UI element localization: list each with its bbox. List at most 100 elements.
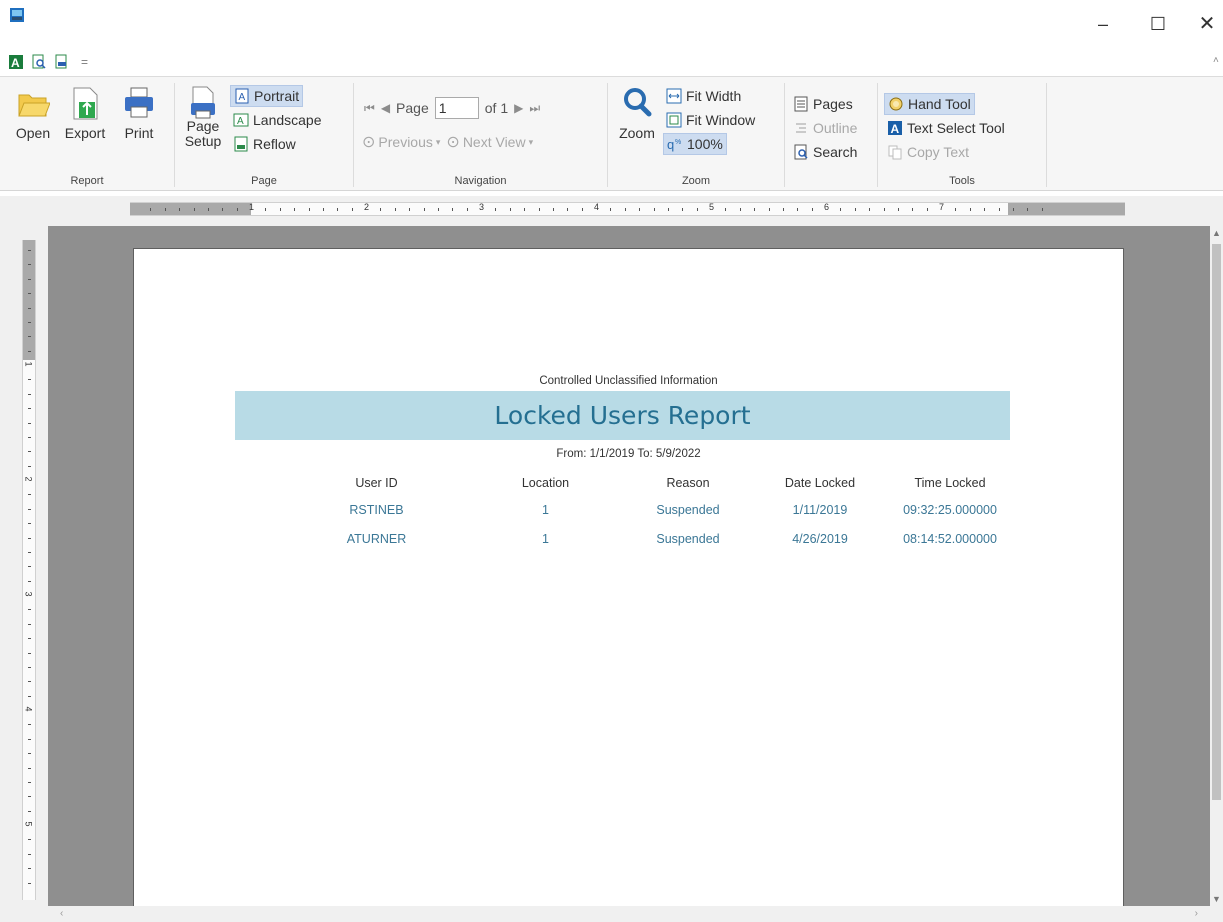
ruler-tick bbox=[955, 208, 957, 211]
column-header-reason: Reason bbox=[666, 476, 710, 490]
cell-user-id: RSTINEB bbox=[349, 502, 404, 517]
page-group-label: Page bbox=[251, 175, 277, 187]
page-number-input[interactable]: 1 bbox=[434, 97, 479, 119]
open-button[interactable]: Open bbox=[10, 85, 56, 159]
page-setup-icon bbox=[191, 86, 215, 119]
first-page-icon[interactable]: ⏮ bbox=[364, 101, 375, 116]
scroll-down-icon[interactable]: ▼ bbox=[1212, 894, 1221, 904]
zoom-page-icon[interactable] bbox=[31, 54, 47, 70]
left-margin-marker[interactable] bbox=[130, 203, 251, 215]
ruler-number: 1 bbox=[249, 202, 255, 212]
portrait-button[interactable]: A Portrait bbox=[230, 85, 304, 107]
ruler-tick bbox=[380, 208, 382, 211]
ruler-tick bbox=[28, 293, 31, 295]
scroll-right-icon[interactable]: › bbox=[1195, 908, 1198, 919]
zoom-group: Zoom Fit Width Fit Window q% 100% Zoom bbox=[608, 81, 784, 191]
scroll-up-icon[interactable]: ▲ bbox=[1212, 228, 1221, 238]
ruler-tick bbox=[912, 208, 914, 211]
zoom-group-label: Zoom bbox=[681, 175, 711, 187]
customize-toolbar-button[interactable]: = bbox=[81, 55, 88, 69]
previous-view-button[interactable]: ⊙ Previous ▾ bbox=[362, 132, 440, 152]
cell-time-locked: 08:14:52.000000 bbox=[903, 531, 997, 546]
forward-arrow-icon: ⊙ bbox=[446, 134, 460, 151]
scroll-left-icon[interactable]: ‹ bbox=[60, 908, 63, 919]
ruler-tick bbox=[28, 695, 31, 697]
ruler-tick bbox=[28, 551, 31, 553]
previous-page-icon[interactable]: ◀ bbox=[381, 101, 390, 115]
text-select-icon[interactable]: A bbox=[8, 54, 24, 70]
svg-text:A: A bbox=[891, 122, 900, 136]
ruler-tick bbox=[552, 208, 554, 211]
ruler-tick bbox=[28, 853, 31, 855]
ruler-tick bbox=[524, 208, 526, 211]
zoom-page-alt-icon[interactable] bbox=[54, 54, 70, 70]
copy-text-button[interactable]: Copy Text bbox=[884, 141, 972, 163]
last-page-icon[interactable]: ⏭ bbox=[529, 101, 540, 116]
ruler-tick bbox=[969, 208, 971, 211]
ruler-tick bbox=[28, 796, 31, 798]
cell-date-locked: 4/26/2019 bbox=[792, 531, 848, 546]
ruler-tick bbox=[854, 208, 856, 211]
ruler-tick bbox=[28, 652, 31, 654]
ruler-tick bbox=[437, 208, 439, 211]
minimize-button[interactable]: – bbox=[1091, 12, 1115, 36]
next-view-button[interactable]: ⊙ Next View ▾ bbox=[446, 132, 533, 152]
pages-button[interactable]: Pages bbox=[790, 93, 856, 115]
maximize-button[interactable]: ☐ bbox=[1146, 12, 1170, 36]
vertical-ruler[interactable]: 1 2 3 4 5 bbox=[22, 240, 36, 900]
horizontal-scrollbar[interactable]: ‹ › bbox=[48, 906, 1210, 922]
fit-window-icon bbox=[666, 112, 682, 128]
ruler-tick bbox=[265, 208, 267, 211]
horizontal-ruler[interactable]: 1 2 3 4 5 6 7 bbox=[0, 196, 1223, 222]
ruler-tick bbox=[28, 336, 31, 338]
right-margin-marker[interactable] bbox=[1008, 203, 1125, 215]
search-button[interactable]: Search bbox=[790, 141, 860, 163]
page-setup-button[interactable]: Page Setup bbox=[181, 85, 225, 159]
next-page-icon[interactable]: ▶ bbox=[514, 101, 523, 115]
reflow-button[interactable]: Reflow bbox=[230, 133, 299, 155]
text-select-tool-button[interactable]: A Text Select Tool bbox=[884, 117, 1008, 139]
print-button[interactable]: Print bbox=[116, 85, 162, 159]
ruler-number: 5 bbox=[709, 202, 715, 212]
ruler-number: 3 bbox=[479, 202, 485, 212]
zoom-button[interactable]: Zoom bbox=[614, 85, 660, 159]
top-margin-marker[interactable] bbox=[23, 240, 35, 360]
ruler-tick bbox=[682, 208, 684, 211]
ruler-tick bbox=[308, 208, 310, 211]
fit-width-button[interactable]: Fit Width bbox=[663, 85, 744, 107]
chevron-down-icon: ▾ bbox=[528, 136, 534, 147]
report-table: User ID Location Reason Date Locked Time… bbox=[284, 471, 1014, 553]
ruler-tick bbox=[28, 350, 31, 352]
view-group: Pages Outline Search bbox=[785, 81, 877, 191]
outline-button[interactable]: Outline bbox=[790, 117, 860, 139]
ruler-tick bbox=[28, 523, 31, 525]
ruler-tick bbox=[28, 724, 31, 726]
ruler-tick bbox=[28, 566, 31, 568]
zoom-100-button[interactable]: q% 100% bbox=[663, 133, 727, 155]
ribbon-collapse-icon[interactable]: ˄ bbox=[1213, 55, 1219, 66]
report-canvas[interactable]: Controlled Unclassified Information Lock… bbox=[48, 226, 1210, 906]
landscape-button[interactable]: A Landscape bbox=[230, 109, 325, 131]
svg-text:q: q bbox=[667, 137, 674, 152]
report-app-icon bbox=[10, 8, 24, 22]
page-count-label: of 1 bbox=[484, 100, 509, 116]
page-navigation-row: ⏮ ◀ Page 1 of 1 ▶ ⏭ bbox=[364, 97, 540, 119]
report-title: Locked Users Report bbox=[494, 401, 751, 430]
tools-group: Hand Tool A Text Select Tool Copy Text T… bbox=[878, 81, 1046, 191]
ruler-tick bbox=[984, 208, 986, 211]
report-group-label: Report bbox=[70, 175, 104, 187]
column-header-location: Location bbox=[521, 476, 570, 490]
outline-icon bbox=[796, 123, 806, 133]
ruler-tick bbox=[28, 868, 31, 870]
hand-tool-button[interactable]: Hand Tool bbox=[884, 93, 975, 115]
vertical-scroll-thumb[interactable] bbox=[1212, 244, 1221, 800]
ruler-number: 3 bbox=[23, 591, 34, 597]
fit-window-button[interactable]: Fit Window bbox=[663, 109, 758, 131]
svg-text:A: A bbox=[11, 56, 20, 69]
ruler-tick bbox=[28, 537, 31, 539]
export-button[interactable]: Export bbox=[62, 85, 108, 159]
close-button[interactable]: ✕ bbox=[1195, 12, 1219, 36]
title-bar: – ☐ ✕ bbox=[0, 0, 1223, 50]
cell-location: 1 bbox=[542, 502, 549, 517]
vertical-scrollbar[interactable]: ▲ ▼ bbox=[1210, 226, 1223, 906]
